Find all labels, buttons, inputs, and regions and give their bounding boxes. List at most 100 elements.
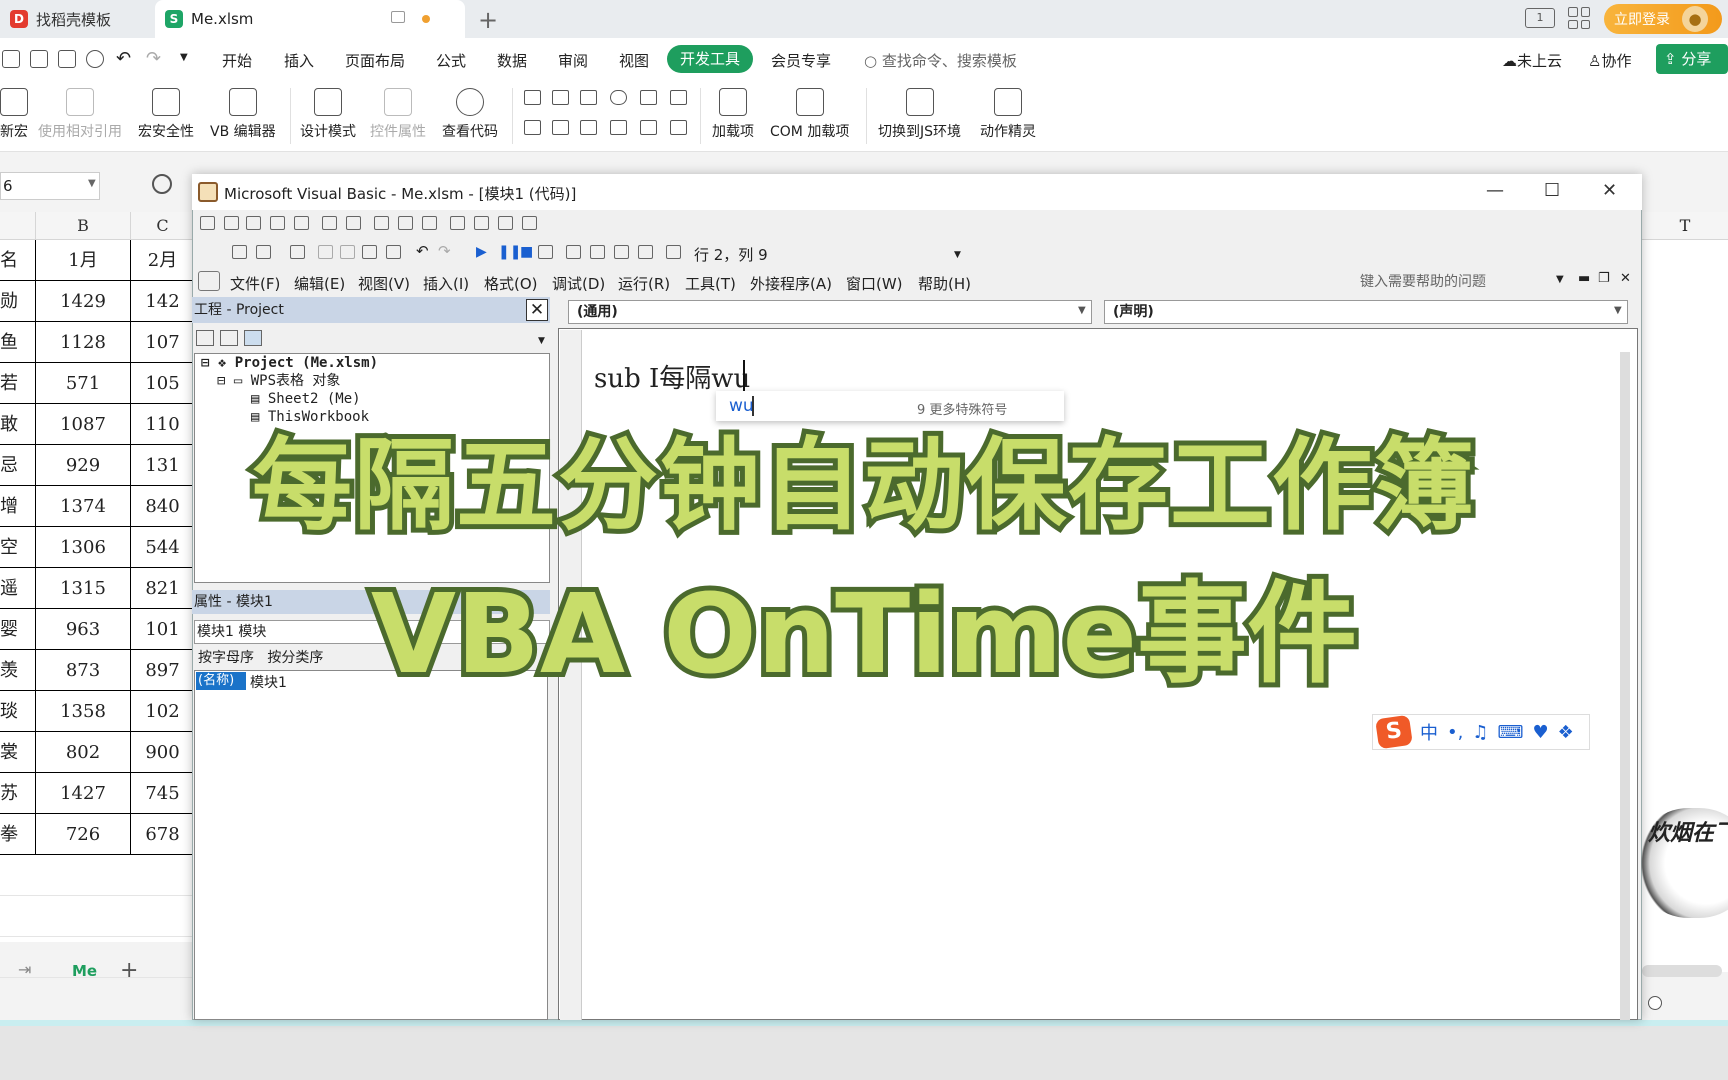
close-icon[interactable]: ✕ bbox=[1602, 180, 1617, 201]
undo-icon[interactable]: ↶ bbox=[116, 48, 131, 69]
action-wizard-button[interactable]: 动作精灵 bbox=[980, 88, 1036, 141]
close-icon[interactable]: ✕ bbox=[526, 299, 548, 321]
print-preview-icon[interactable] bbox=[86, 50, 104, 68]
table-cell[interactable]: 107 bbox=[131, 322, 195, 363]
macro-security-button[interactable]: 宏安全性 bbox=[138, 88, 194, 141]
quick-access-more-icon[interactable]: ▼ bbox=[180, 52, 188, 63]
ime-mode-chinese[interactable]: 中 bbox=[1420, 719, 1438, 745]
frame-control-icon[interactable] bbox=[670, 120, 687, 135]
menu-view[interactable]: 视图 bbox=[619, 50, 649, 71]
vba-menu-debug[interactable]: 调试(D) bbox=[552, 273, 605, 294]
name-box[interactable]: 6 bbox=[0, 172, 100, 200]
window-layout-icon[interactable]: 1 bbox=[1525, 8, 1555, 28]
view-object-icon[interactable] bbox=[220, 330, 238, 346]
column-header-t[interactable]: T bbox=[1642, 212, 1728, 240]
menu-developer[interactable]: 开发工具 bbox=[667, 45, 753, 73]
textbox-control-icon[interactable] bbox=[552, 90, 569, 105]
table-cell[interactable]: 拳 bbox=[0, 814, 36, 855]
print-icon[interactable] bbox=[58, 50, 76, 68]
vba-menu-app-icon[interactable] bbox=[198, 271, 220, 291]
vba-menu-format[interactable]: 格式(O) bbox=[484, 273, 538, 294]
toggle-control-icon[interactable] bbox=[524, 120, 541, 135]
control-props-button[interactable]: 控件属性 bbox=[370, 88, 426, 141]
empty-row[interactable] bbox=[0, 855, 195, 896]
menu-review[interactable]: 审阅 bbox=[558, 50, 588, 71]
design-mode-tb-icon[interactable] bbox=[538, 245, 553, 259]
menu-data[interactable]: 数据 bbox=[497, 50, 527, 71]
find-icon[interactable] bbox=[386, 245, 401, 259]
chevron-down-icon[interactable]: ▼ bbox=[1614, 305, 1622, 316]
column-header-b[interactable]: B bbox=[36, 212, 131, 240]
cut-icon[interactable] bbox=[318, 245, 333, 259]
keyboard-icon[interactable]: ⌨ bbox=[1497, 722, 1523, 743]
vba-excel-icon[interactable] bbox=[232, 245, 247, 259]
table-cell[interactable]: 1128 bbox=[36, 322, 131, 363]
radio-control-icon[interactable] bbox=[610, 90, 627, 105]
table-cell[interactable]: 1429 bbox=[36, 281, 131, 322]
collab-button[interactable]: ♙协作 bbox=[1588, 50, 1631, 71]
zoom-formula-icon[interactable] bbox=[152, 174, 172, 194]
menu-home[interactable]: 开始 bbox=[222, 50, 252, 71]
table-cell[interactable]: 726 bbox=[36, 814, 131, 855]
toolbar-more-icon[interactable]: ▼ bbox=[954, 250, 961, 260]
text-tb-icon[interactable] bbox=[294, 216, 309, 230]
object-browser-icon[interactable] bbox=[614, 245, 629, 259]
menu-formulas[interactable]: 公式 bbox=[436, 50, 466, 71]
run-icon[interactable]: ▶ bbox=[476, 244, 487, 260]
skin-icon[interactable]: ♥ bbox=[1532, 722, 1548, 743]
table-cell[interactable]: 105 bbox=[131, 363, 195, 404]
toolbox-icon[interactable] bbox=[638, 245, 653, 259]
menu-insert[interactable]: 插入 bbox=[284, 50, 314, 71]
table-cell[interactable]: 802 bbox=[36, 732, 131, 773]
horizontal-scrollbar[interactable] bbox=[1642, 965, 1722, 977]
checkbox-control-icon[interactable] bbox=[524, 90, 541, 105]
new-tab-icon[interactable]: + bbox=[478, 6, 498, 34]
add-sheet-icon[interactable]: + bbox=[120, 958, 138, 983]
bookmark-next-icon[interactable] bbox=[474, 216, 489, 230]
spin-control-icon[interactable] bbox=[552, 120, 569, 135]
uncomment-block-icon[interactable] bbox=[422, 216, 437, 230]
maximize-icon[interactable]: ☐ bbox=[1544, 180, 1560, 201]
bookmark-prev-icon[interactable] bbox=[498, 216, 513, 230]
properties-tb-icon[interactable] bbox=[246, 216, 261, 230]
vba-menu-addins[interactable]: 外接程序(A) bbox=[750, 273, 832, 294]
save-icon[interactable] bbox=[2, 50, 20, 68]
microphone-icon[interactable]: ♫ bbox=[1472, 722, 1488, 743]
child-close-icon[interactable]: ✕ bbox=[1620, 271, 1631, 286]
comment-block-icon[interactable] bbox=[398, 216, 413, 230]
avatar-icon[interactable]: ● bbox=[1682, 6, 1708, 32]
listbox-control-icon[interactable] bbox=[640, 90, 657, 105]
table-cell[interactable]: 若 bbox=[0, 363, 36, 404]
command-search[interactable]: ○ 查找命令、搜索模板 bbox=[864, 50, 1017, 71]
vba-save-icon[interactable] bbox=[290, 245, 305, 259]
paste-icon[interactable] bbox=[362, 245, 377, 259]
methods-tb-icon[interactable] bbox=[270, 216, 285, 230]
bookmark-toggle-icon[interactable] bbox=[450, 216, 465, 230]
js-env-button[interactable]: 切换到JS环境 bbox=[878, 88, 961, 141]
vba-menu-view[interactable]: 视图(V) bbox=[358, 273, 410, 294]
chevron-down-icon[interactable]: ▼ bbox=[1556, 274, 1564, 285]
toolbox-grid-icon[interactable]: ❖ bbox=[1558, 722, 1574, 743]
code-line[interactable]: sub I每隔wu bbox=[594, 358, 750, 395]
table-cell[interactable]: 1427 bbox=[36, 773, 131, 814]
table-cell[interactable]: 苏 bbox=[0, 773, 36, 814]
tab-file[interactable]: S Me.xlsm bbox=[155, 0, 465, 38]
share-button[interactable]: ⇪ 分享 bbox=[1656, 44, 1728, 74]
combobox-control-icon[interactable] bbox=[670, 90, 687, 105]
column-header-a[interactable] bbox=[0, 212, 36, 240]
toggle-folders-icon[interactable] bbox=[244, 330, 262, 346]
properties-window-icon[interactable] bbox=[590, 245, 605, 259]
table-cell[interactable]: 745 bbox=[131, 773, 195, 814]
vba-menu-run[interactable]: 运行(R) bbox=[618, 273, 670, 294]
procedure-select[interactable]: (声明) bbox=[1104, 300, 1628, 324]
vba-redo-icon[interactable]: ↷ bbox=[438, 242, 451, 260]
vba-menu-help[interactable]: 帮助(H) bbox=[918, 273, 971, 294]
vba-menu-file[interactable]: 文件(F) bbox=[230, 273, 280, 294]
image-control-icon[interactable] bbox=[640, 120, 657, 135]
outdent-icon[interactable] bbox=[346, 216, 361, 230]
last-sheet-icon[interactable]: ⇥ bbox=[18, 960, 31, 979]
tree-item-objects[interactable]: ⊟ ▭ WPS表格 对象 bbox=[195, 372, 549, 390]
chevron-down-icon[interactable]: ▼ bbox=[88, 178, 96, 189]
insert-module-icon[interactable] bbox=[256, 245, 271, 259]
redo-icon[interactable]: ↷ bbox=[146, 48, 161, 69]
